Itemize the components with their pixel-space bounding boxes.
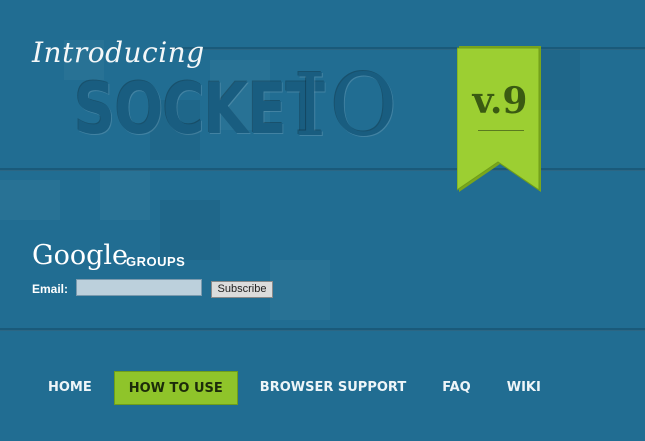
nav-item-home[interactable]: HOME (34, 371, 106, 405)
email-input[interactable] (76, 279, 202, 296)
ribbon-underline (478, 130, 524, 131)
version-label: v.9 (472, 80, 528, 122)
nav-item-wiki[interactable]: WIKI (493, 371, 555, 405)
background-tile (0, 180, 60, 220)
main-nav: HOME HOW TO USE BROWSER SUPPORT FAQ WIKI (34, 371, 563, 405)
background-tile (270, 260, 330, 320)
background-tile (100, 170, 150, 220)
subscribe-button[interactable]: Subscribe (211, 281, 273, 298)
background-tile (540, 50, 580, 110)
header-rule-bottom (0, 168, 645, 171)
nav-item-faq[interactable]: FAQ (428, 371, 485, 405)
title-io: IO (294, 56, 401, 156)
nav-item-browser-support[interactable]: BROWSER SUPPORT (246, 371, 420, 405)
title-socket: SOCKET (74, 68, 325, 150)
header-rule-top (170, 47, 645, 50)
email-label: Email: (32, 282, 69, 296)
google-logo: Google (32, 240, 128, 271)
background-tile (160, 200, 220, 260)
nav-rule (0, 328, 645, 331)
groups-label: GROUPS (126, 254, 186, 269)
nav-item-how-to-use[interactable]: HOW TO USE (113, 371, 238, 405)
